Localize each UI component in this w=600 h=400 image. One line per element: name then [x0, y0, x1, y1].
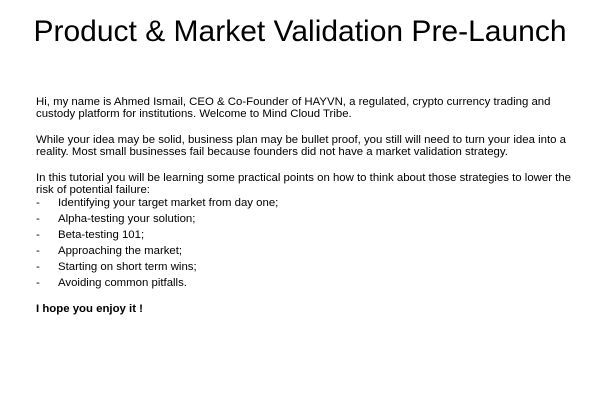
- bullet-dash: -: [36, 277, 40, 289]
- list-item-text: Alpha-testing your solution;: [58, 213, 196, 225]
- list-item-text: Avoiding common pitfalls.: [58, 277, 187, 289]
- list-item: - Alpha-testing your solution;: [36, 213, 576, 225]
- tutorial-section: In this tutorial you will be learning so…: [36, 172, 576, 289]
- list-item-text: Starting on short term wins;: [58, 261, 197, 273]
- bullet-dash: -: [36, 213, 40, 225]
- tutorial-intro: In this tutorial you will be learning so…: [36, 172, 572, 196]
- topic-list: - Identifying your target market from day…: [36, 197, 576, 289]
- intro-paragraph: Hi, my name is Ahmed Ismail, CEO & Co-Fo…: [36, 96, 551, 120]
- page-title: Product & Market Validation Pre-Launch: [33, 15, 567, 48]
- list-item: - Beta-testing 101;: [36, 229, 576, 241]
- slide-body: Hi, my name is Ahmed Ismail, CEO & Co-Fo…: [36, 96, 576, 315]
- list-item: - Identifying your target market from day…: [36, 197, 576, 209]
- bullet-dash: -: [36, 197, 40, 209]
- slide-page: Product & Market Validation Pre-Launch H…: [0, 0, 600, 400]
- bullet-dash: -: [36, 261, 40, 273]
- bullet-dash: -: [36, 229, 40, 241]
- validation-paragraph: While your idea may be solid, business p…: [36, 134, 566, 158]
- list-item-text: Beta-testing 101;: [58, 229, 145, 241]
- list-item: - Starting on short term wins;: [36, 261, 576, 273]
- bullet-dash: -: [36, 245, 40, 257]
- closing-line: I hope you enjoy it !: [36, 303, 143, 315]
- list-item-text: Identifying your target market from day …: [58, 197, 279, 209]
- list-item: - Approaching the market;: [36, 245, 576, 257]
- list-item: - Avoiding common pitfalls.: [36, 277, 576, 289]
- list-item-text: Approaching the market;: [58, 245, 183, 257]
